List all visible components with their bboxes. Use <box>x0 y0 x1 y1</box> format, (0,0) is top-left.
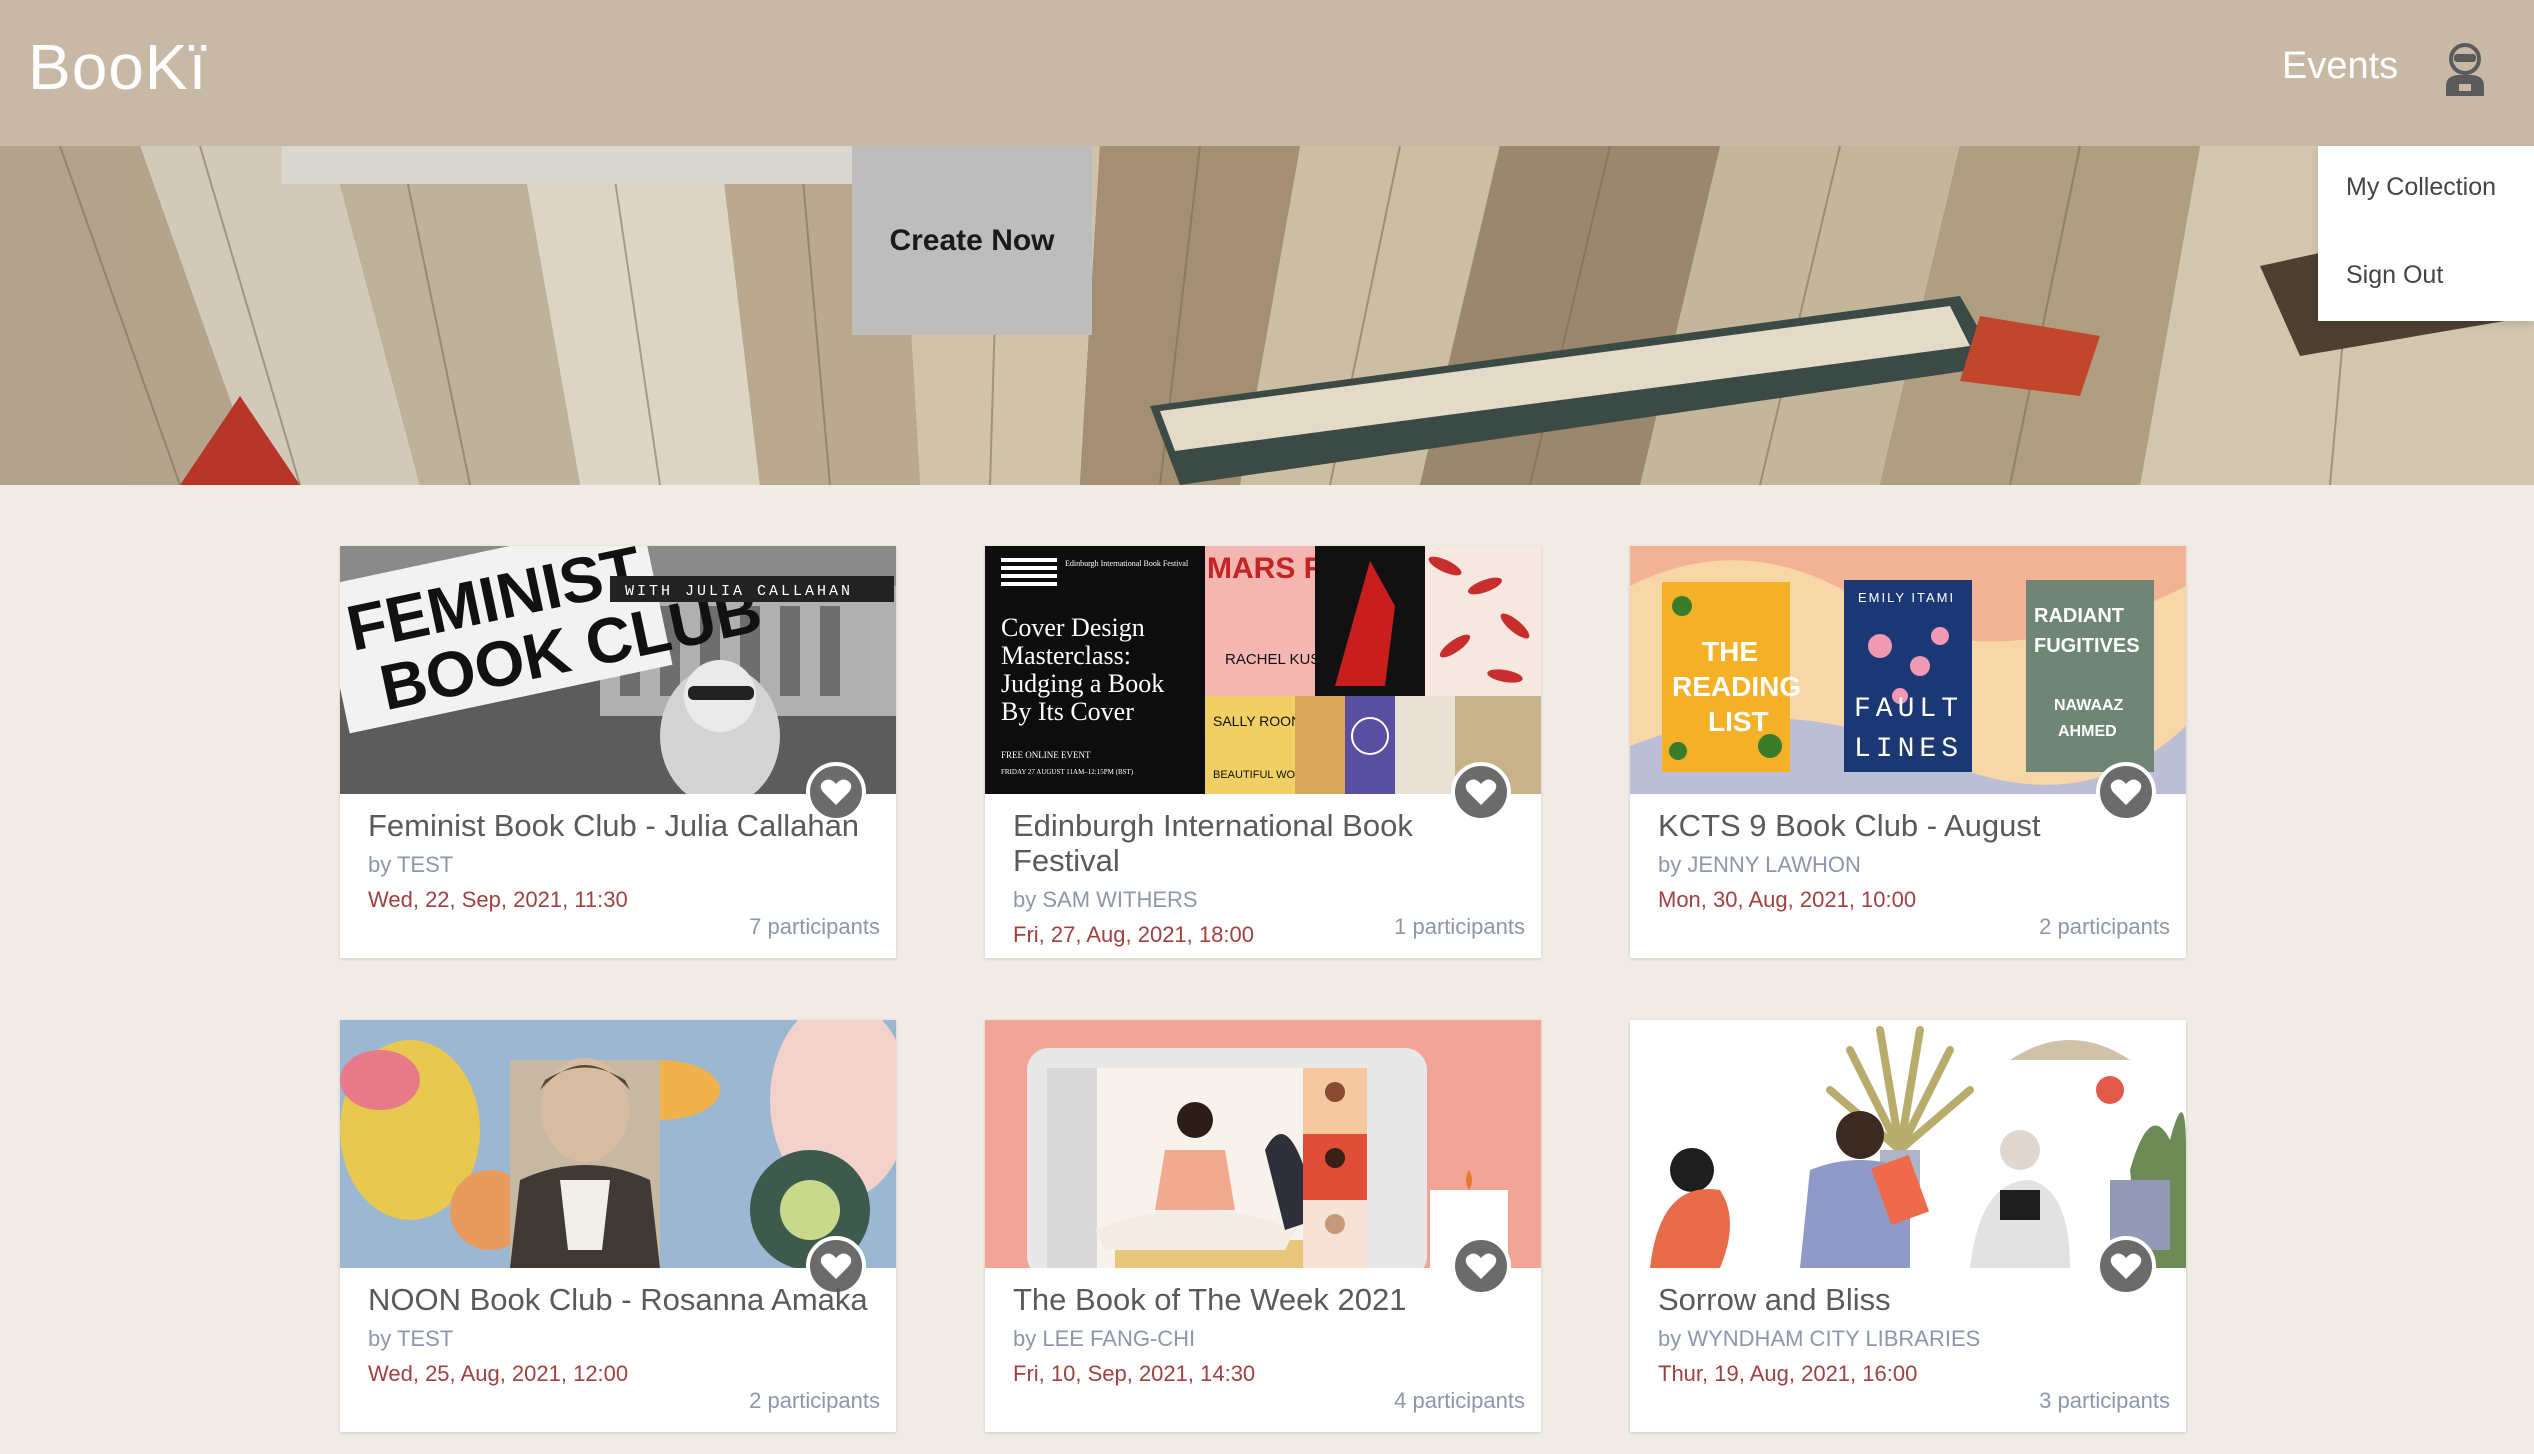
event-date: Fri, 27, Aug, 2021, 18:00 <box>1013 922 1254 947</box>
event-date: Mon, 30, Aug, 2021, 10:00 <box>1658 887 1917 912</box>
event-organizer: by WYNDHAM CITY LIBRARIES <box>1658 1326 1981 1351</box>
event-date: Wed, 22, Sep, 2021, 11:30 <box>368 887 628 912</box>
heart-icon <box>2110 779 2142 805</box>
heart-icon <box>820 779 852 805</box>
event-card[interactable]: THE READING LIST EMILY ITAMI FAULT LINES RA… <box>1630 546 2186 958</box>
event-title[interactable]: NOON Book Club - Rosanna Amaka <box>368 1282 868 1317</box>
event-participants: 7 participants <box>749 914 880 939</box>
heart-icon <box>1465 1253 1497 1279</box>
event-cover-image[interactable] <box>985 1020 1541 1268</box>
event-cover-image[interactable] <box>340 1020 896 1268</box>
event-card[interactable]: FEMINIST BOOK CLUB WITH JULIA CALLAHAN F… <box>340 546 896 958</box>
event-title[interactable]: Feminist Book Club - Julia Callahan <box>368 808 868 843</box>
event-title[interactable]: The Book of The Week 2021 <box>1013 1282 1513 1317</box>
event-participants: 3 participants <box>2039 1388 2170 1413</box>
menu-item-sign-out[interactable]: Sign Out <box>2346 261 2443 290</box>
event-cover-image[interactable]: Edinburgh International Book Festival Co… <box>985 546 1541 794</box>
user-dropdown-menu: My Collection Sign Out <box>2318 146 2534 321</box>
user-avatar-icon[interactable] <box>2442 42 2488 98</box>
cover-text-free-event: FREE ONLINE EVENT <box>1001 750 1091 760</box>
event-title[interactable]: KCTS 9 Book Club - August <box>1658 808 2158 843</box>
navbar: BooKï Events <box>0 0 2534 146</box>
event-participants: 4 participants <box>1394 1388 1525 1413</box>
event-card[interactable]: Edinburgh International Book Festival Co… <box>985 546 1541 958</box>
books-background-image <box>0 146 2534 485</box>
event-cover-image[interactable]: THE READING LIST EMILY ITAMI FAULT LINES RA… <box>1630 546 2186 794</box>
event-title[interactable]: Sorrow and Bliss <box>1658 1282 2158 1317</box>
heart-icon <box>1465 779 1497 805</box>
cover-text-date: FRIDAY 27 AUGUST 11AM–12:15PM (BST) <box>1001 768 1134 776</box>
event-card[interactable]: NOON Book Club - Rosanna Amaka by TEST W… <box>340 1020 896 1432</box>
event-date: Fri, 10, Sep, 2021, 14:30 <box>1013 1361 1256 1386</box>
event-card[interactable]: The Book of The Week 2021 by LEE FANG-CH… <box>985 1020 1541 1432</box>
event-organizer: by TEST <box>368 1326 454 1351</box>
event-participants: 1 participants <box>1394 914 1525 939</box>
event-title[interactable]: Edinburgh International Book Festival <box>1013 808 1513 878</box>
menu-item-my-collection[interactable]: My Collection <box>2346 173 2496 202</box>
app-logo[interactable]: BooKï <box>28 30 207 104</box>
event-card[interactable]: Sorrow and Bliss by WYNDHAM CITY LIBRARI… <box>1630 1020 2186 1432</box>
hero-top-bar <box>282 146 852 184</box>
heart-icon <box>820 1253 852 1279</box>
event-date: Thur, 19, Aug, 2021, 16:00 <box>1658 1361 1918 1386</box>
cover-text-with: WITH JULIA CALLAHAN <box>625 583 853 600</box>
event-organizer: by JENNY LAWHON <box>1658 852 1861 877</box>
event-participants: 2 participants <box>2039 914 2170 939</box>
event-cover-image[interactable]: FEMINIST BOOK CLUB WITH JULIA CALLAHAN <box>340 546 896 794</box>
hero-banner <box>0 146 2534 485</box>
event-organizer: by LEE FANG-CHI <box>1013 1326 1196 1351</box>
event-participants: 2 participants <box>749 1388 880 1413</box>
event-cover-image[interactable] <box>1630 1020 2186 1268</box>
event-organizer: by SAM WITHERS <box>1013 887 1198 912</box>
event-organizer: by TEST <box>368 852 454 877</box>
create-now-button[interactable]: Create Now <box>852 146 1092 335</box>
nav-events-link[interactable]: Events <box>2282 45 2398 88</box>
event-date: Wed, 25, Aug, 2021, 12:00 <box>368 1361 629 1386</box>
cover-text-itami: EMILY ITAMI <box>1858 590 1955 605</box>
cover-text-edinburgh: Edinburgh International Book Festival <box>1065 559 1189 568</box>
heart-icon <box>2110 1253 2142 1279</box>
